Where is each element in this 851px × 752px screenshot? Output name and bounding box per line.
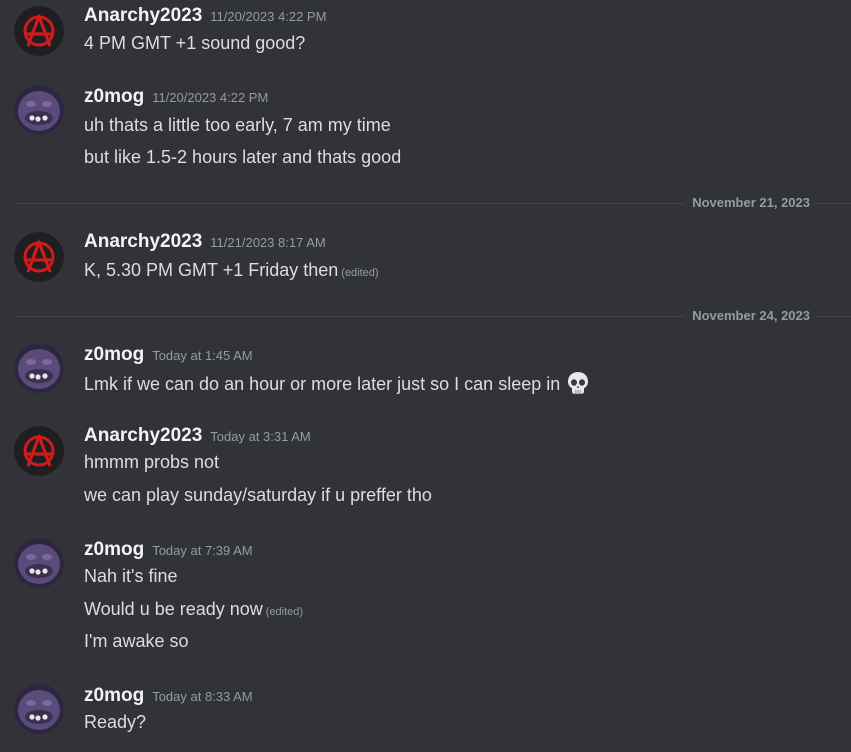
- timestamp[interactable]: Today at 8:33 AM: [152, 689, 252, 704]
- message-text: uh thats a little too early, 7 am my tim…: [84, 115, 391, 135]
- message-text: I'm awake so: [84, 631, 189, 651]
- username[interactable]: Anarchy2023: [84, 425, 202, 446]
- message-text-line: Would u be ready now (edited): [84, 597, 303, 624]
- timestamp[interactable]: 11/20/2023 4:22 PM: [152, 90, 268, 105]
- avatar[interactable]: [14, 426, 64, 476]
- message-header: z0mog 11/20/2023 4:22 PM: [84, 85, 268, 109]
- date-divider-label: November 21, 2023: [684, 195, 814, 211]
- message-text: K, 5.30 PM GMT +1 Friday then: [84, 260, 339, 280]
- message-text: but like 1.5-2 hours later and thats goo…: [84, 147, 402, 167]
- avatar[interactable]: [14, 6, 64, 56]
- anarchy-avatar-icon: [14, 426, 64, 476]
- message-text: 4 PM GMT +1 sound good?: [84, 33, 306, 53]
- username[interactable]: z0mog: [84, 539, 144, 560]
- message-header: Anarchy2023 11/20/2023 4:22 PM: [84, 4, 326, 28]
- message-text: hmmm probs not: [84, 452, 220, 472]
- message-text-line: K, 5.30 PM GMT +1 Friday then (edited): [84, 258, 379, 285]
- date-divider: November 21, 2023: [14, 195, 851, 211]
- message-header: Anarchy2023 Today at 3:31 AM: [84, 424, 311, 448]
- message-text-line: Lmk if we can do an hour or more later j…: [84, 370, 591, 396]
- timestamp[interactable]: Today at 1:45 AM: [152, 348, 252, 363]
- username[interactable]: z0mog: [84, 86, 144, 107]
- timestamp[interactable]: Today at 7:39 AM: [152, 543, 252, 558]
- avatar[interactable]: [14, 538, 64, 588]
- zomog-avatar-icon: [14, 85, 64, 135]
- avatar[interactable]: [14, 684, 64, 734]
- zomog-avatar-icon: [14, 343, 64, 393]
- message-text: Nah it's fine: [84, 566, 178, 586]
- message-header: z0mog Today at 1:45 AM: [84, 343, 253, 367]
- message-text: Would u be ready now: [84, 599, 263, 619]
- avatar[interactable]: [14, 232, 64, 282]
- date-divider: November 24, 2023: [14, 308, 851, 324]
- edited-label: (edited): [265, 606, 304, 618]
- message-header: Anarchy2023 11/21/2023 8:17 AM: [84, 230, 326, 254]
- zomog-avatar-icon: [14, 538, 64, 588]
- message-header: z0mog Today at 8:33 AM: [84, 684, 253, 708]
- username[interactable]: z0mog: [84, 685, 144, 706]
- username[interactable]: Anarchy2023: [84, 231, 202, 252]
- date-divider-label: November 24, 2023: [684, 308, 814, 324]
- anarchy-avatar-icon: [14, 6, 64, 56]
- message-text: Ready?: [84, 712, 147, 732]
- message-text: Lmk if we can do an hour or more later j…: [84, 374, 561, 394]
- edited-label: (edited): [341, 267, 379, 279]
- avatar[interactable]: [14, 343, 64, 393]
- message-text: we can play sunday/saturday if u preffer…: [84, 485, 432, 505]
- timestamp[interactable]: 11/20/2023 4:22 PM: [210, 9, 326, 24]
- zomog-avatar-icon: [14, 684, 64, 734]
- skull-emoji-icon: [568, 372, 589, 394]
- message-header: z0mog Today at 7:39 AM: [84, 538, 253, 562]
- timestamp[interactable]: 11/21/2023 8:17 AM: [210, 235, 325, 250]
- timestamp[interactable]: Today at 3:31 AM: [210, 429, 310, 444]
- username[interactable]: z0mog: [84, 344, 144, 365]
- username[interactable]: Anarchy2023: [84, 5, 202, 26]
- avatar[interactable]: [14, 85, 64, 135]
- anarchy-avatar-icon: [14, 232, 64, 282]
